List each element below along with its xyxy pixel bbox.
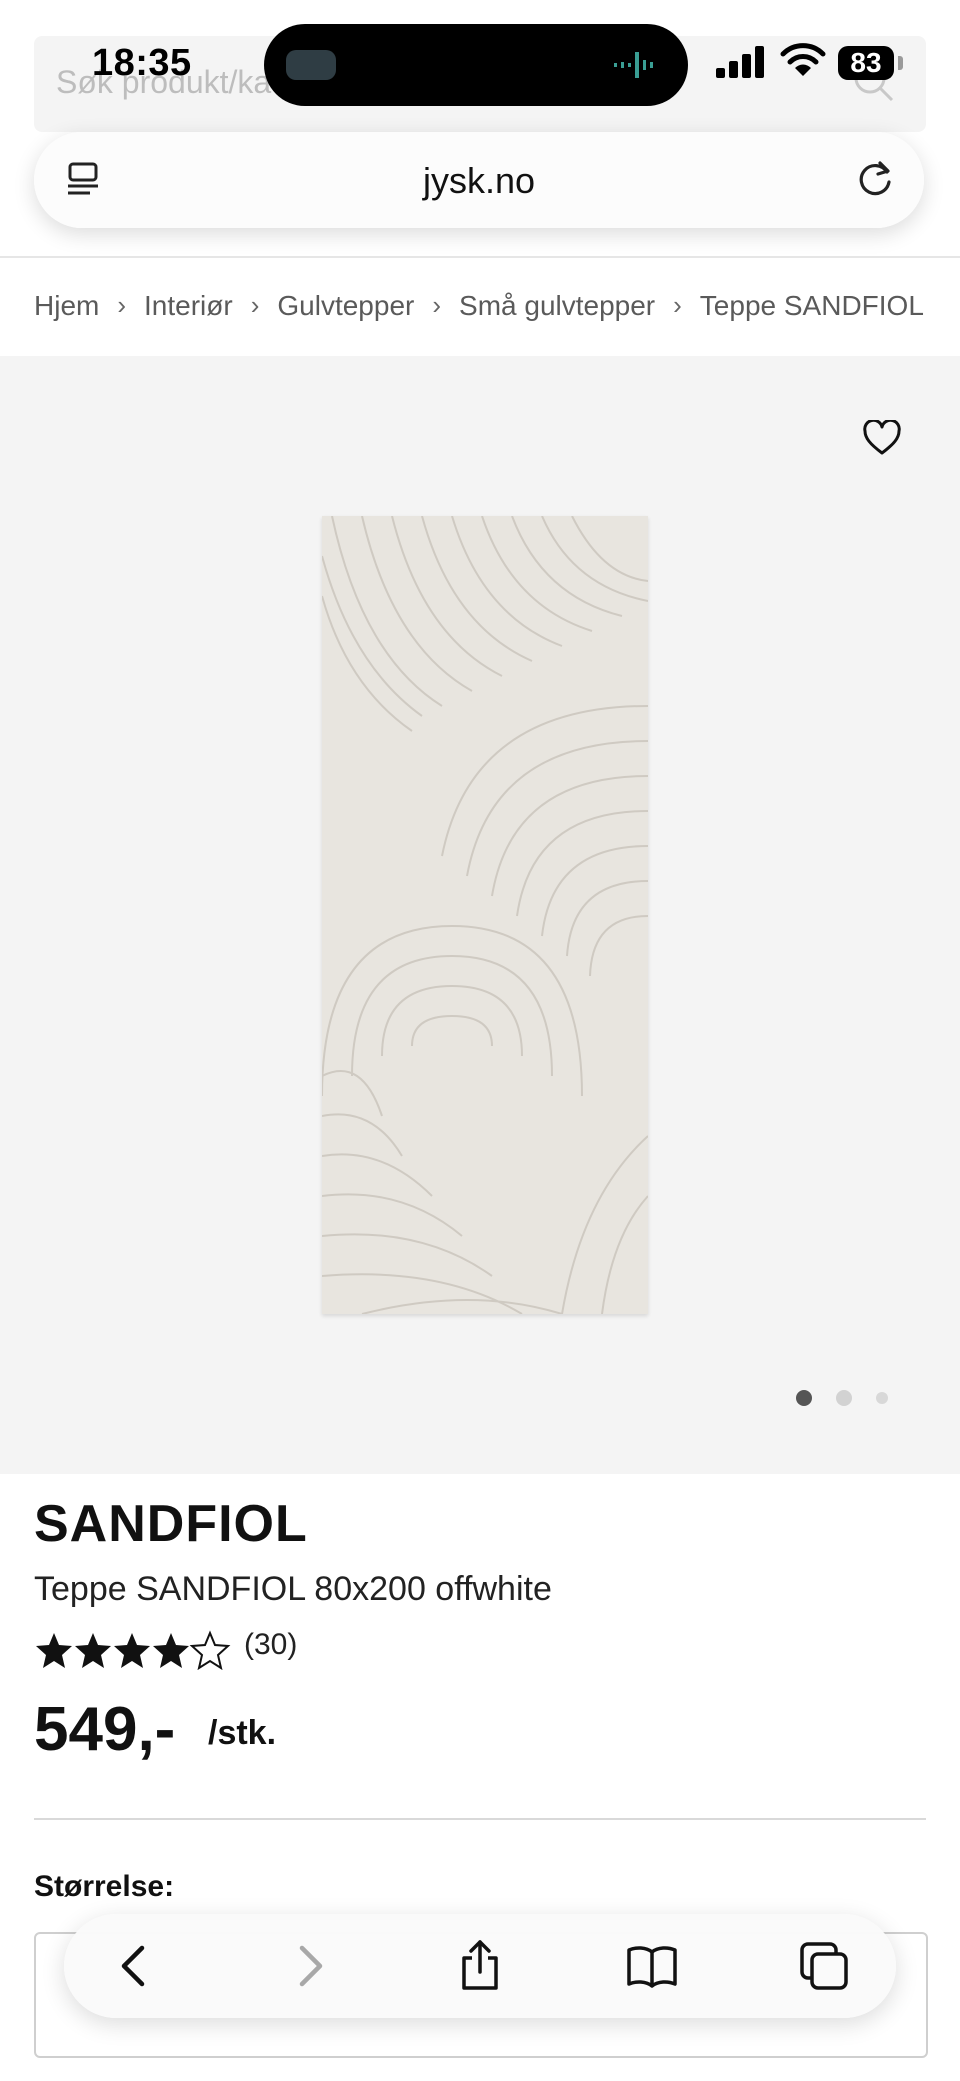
product-image — [321, 515, 649, 1315]
book-icon[interactable] — [624, 1938, 680, 1994]
breadcrumb-item-current: Teppe SANDFIOL — [699, 289, 924, 321]
star-filled-icon — [36, 1633, 72, 1668]
review-count[interactable]: (30) — [244, 1628, 297, 1662]
heart-icon[interactable] — [862, 418, 902, 461]
cellular-signal-icon — [716, 46, 764, 78]
size-label: Størrelse: — [34, 1870, 175, 1903]
price-unit: /stk. — [208, 1714, 277, 1752]
address-bar[interactable]: jysk.no — [34, 132, 924, 228]
star-filled-icon — [153, 1633, 189, 1668]
product-price: 549,- — [34, 1695, 176, 1764]
gallery-dot-active[interactable] — [796, 1390, 812, 1406]
breadcrumb: Hjem › Interiør › Gulvtepper › Små gulvtepper ›… — [34, 288, 960, 328]
breadcrumb-item-interior[interactable]: Interiør — [144, 290, 233, 322]
chevron-right-icon: › — [432, 290, 442, 321]
star-filled-icon — [114, 1633, 150, 1668]
chevron-right-icon: › — [250, 290, 260, 321]
wifi-icon — [780, 43, 826, 76]
chevron-right-icon[interactable] — [280, 1938, 336, 1994]
star-filled-icon — [75, 1633, 111, 1668]
rug-pattern — [321, 515, 649, 1315]
now-playing-artwork-icon — [286, 50, 336, 80]
chevron-left-icon[interactable] — [108, 1938, 164, 1994]
dynamic-island — [264, 24, 688, 106]
product-brand: SANDFIOL — [34, 1495, 308, 1553]
star-empty-icon — [189, 1630, 231, 1671]
browser-toolbar — [64, 1914, 896, 2018]
share-icon[interactable] — [452, 1938, 508, 1994]
status-time: 18:35 — [92, 42, 192, 84]
breadcrumb-item-gulvtepper[interactable]: Gulvtepper — [277, 290, 414, 322]
battery-tip — [898, 56, 903, 70]
status-bar: 18:35 83 — [0, 0, 960, 130]
chevron-right-icon: › — [673, 290, 682, 321]
reload-icon[interactable] — [854, 158, 896, 205]
breadcrumb-item-sma-gulvtepper[interactable]: Små gulvtepper — [459, 290, 655, 322]
section-divider — [34, 1818, 926, 1820]
product-name: Teppe SANDFIOL 80x200 offwhite — [34, 1570, 552, 1608]
chevron-right-icon: › — [117, 290, 127, 321]
gallery-dot[interactable] — [876, 1392, 888, 1404]
battery-indicator: 83 — [838, 46, 894, 80]
header-divider — [0, 256, 960, 258]
gallery-dot[interactable] — [836, 1390, 852, 1406]
audio-wave-icon — [614, 52, 653, 78]
tabs-icon[interactable] — [796, 1938, 852, 1994]
rating-stars[interactable] — [34, 1630, 234, 1675]
address-url[interactable]: jysk.no — [34, 160, 924, 202]
breadcrumb-item-hjem[interactable]: Hjem — [34, 290, 99, 322]
